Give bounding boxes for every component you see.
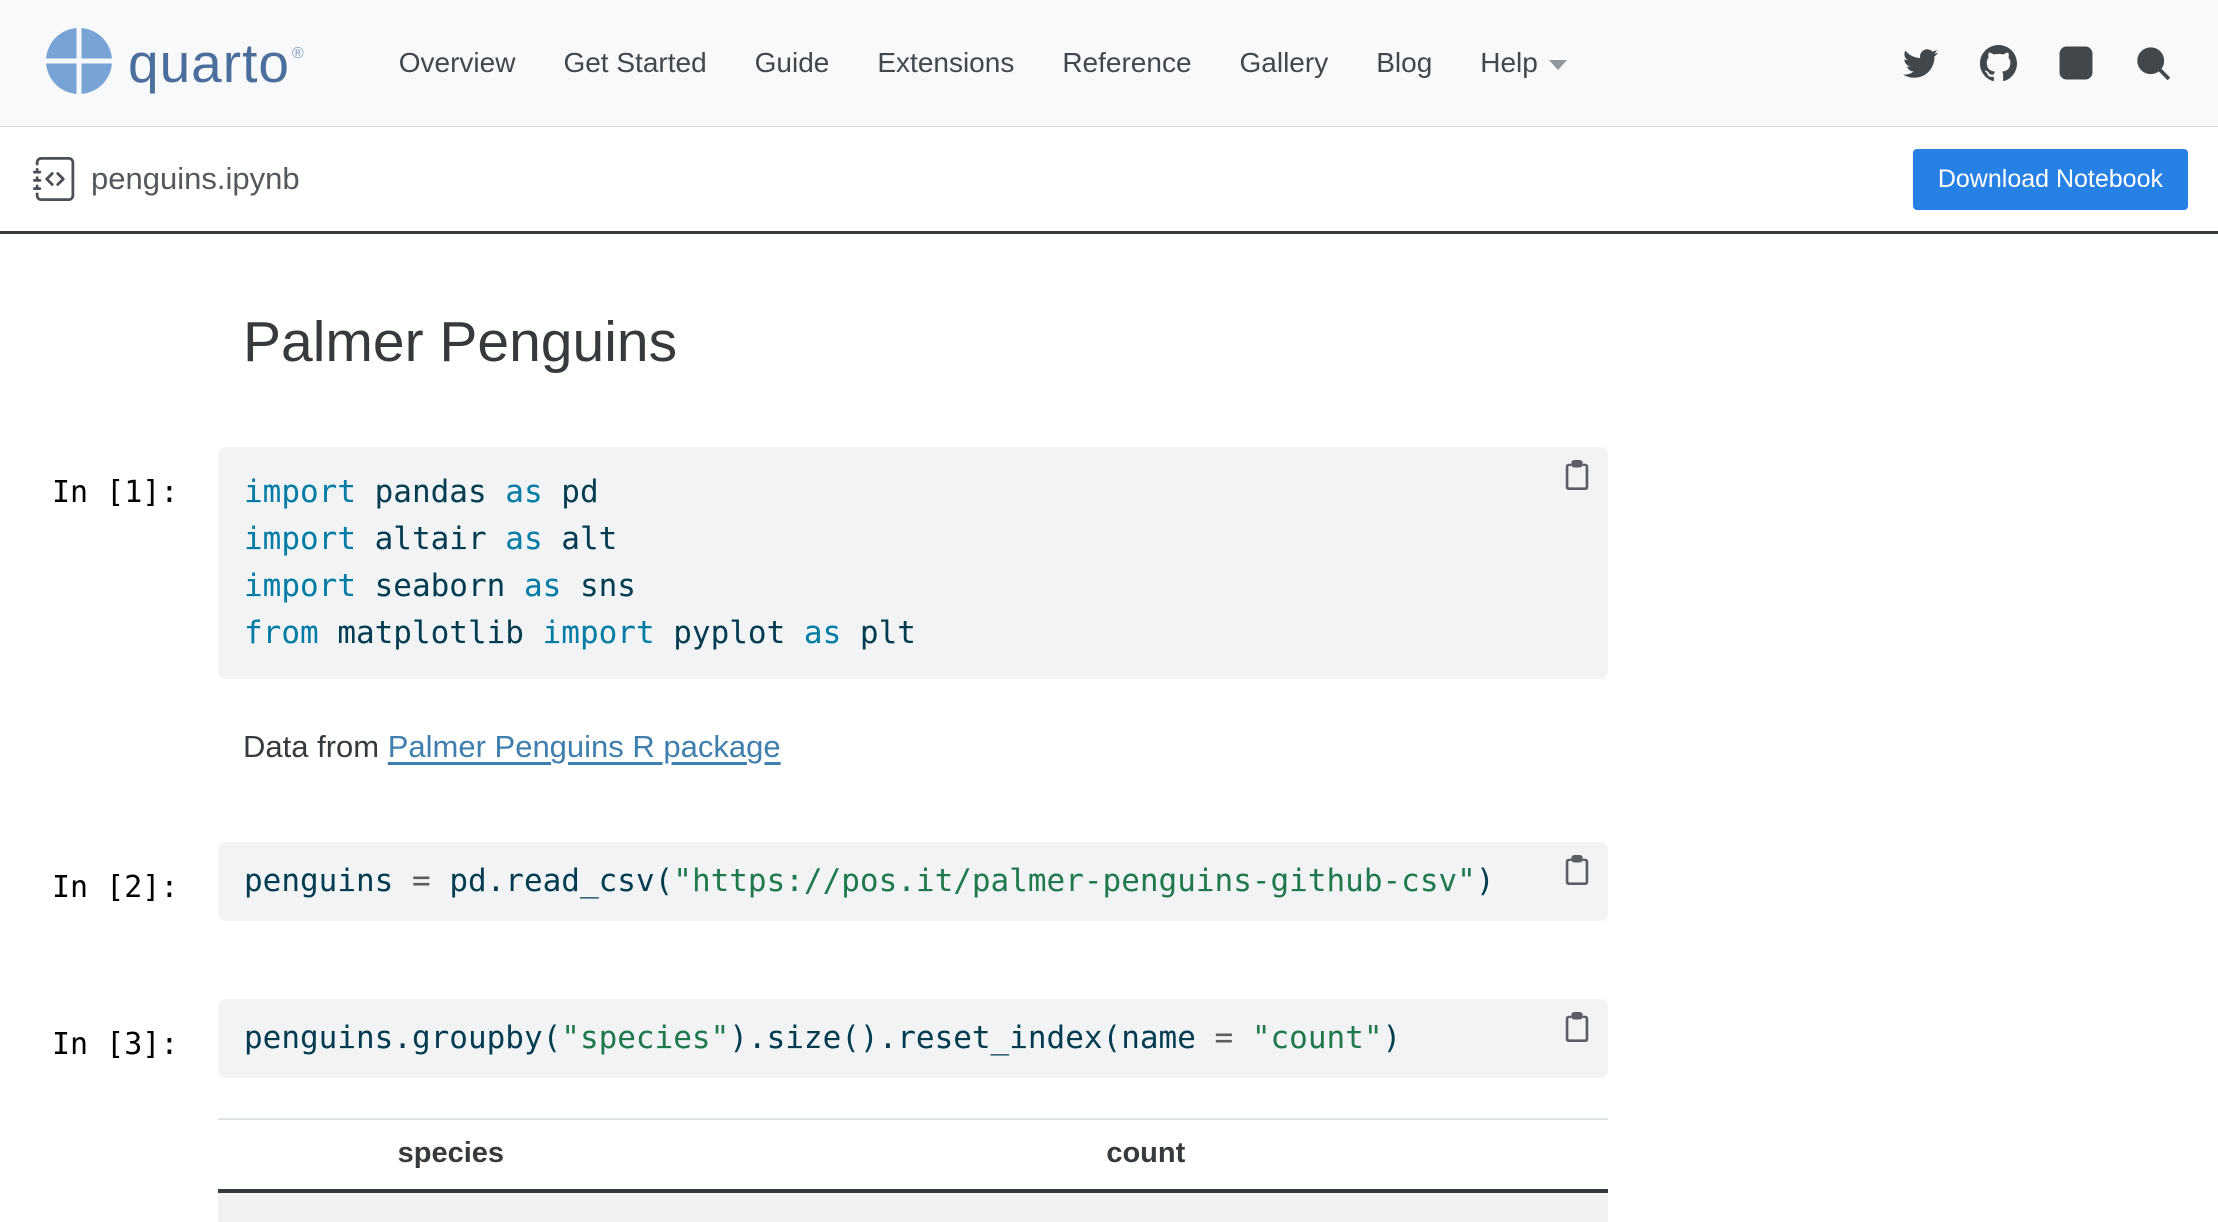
code-source: import pandas as pdimport altair as alti… (244, 469, 1582, 657)
paragraph-text: Data from (243, 729, 388, 764)
copy-to-clipboard-icon[interactable] (1562, 459, 1592, 491)
code-cell: In [3]: penguins.groupby("species").size… (218, 999, 1608, 1078)
code-token: pd (543, 474, 599, 510)
code-token: pandas (356, 474, 505, 510)
code-line: import seaborn as sns (244, 563, 1582, 610)
code-token: import (244, 521, 356, 557)
notebook-title: penguins.ipynb (33, 157, 300, 201)
code-token: "species" (561, 1020, 729, 1056)
code-token: "count" (1252, 1020, 1383, 1056)
cell-execution-label: In [3]: (52, 1027, 178, 1062)
code-block: penguins.groupby("species").size().reset… (218, 999, 1608, 1078)
code-token: as (505, 521, 542, 557)
code-token: alt (543, 521, 618, 557)
table-header-row: species count (218, 1119, 1608, 1191)
code-line: import altair as alt (244, 516, 1582, 563)
column-header-species: species (218, 1119, 684, 1191)
table-cell (218, 1191, 684, 1222)
code-token: pd.read_csv( (449, 863, 673, 899)
code-line: from matplotlib import pyplot as plt (244, 610, 1582, 657)
code-token: import (543, 615, 655, 651)
code-token: pyplot (655, 615, 804, 651)
nav-item-get-started[interactable]: Get Started (563, 47, 706, 79)
column-header-count: count (684, 1119, 1608, 1191)
code-line: penguins.groupby("species").size().reset… (244, 1015, 1582, 1062)
code-line: penguins = pd.read_csv("https://pos.it/p… (244, 858, 1582, 905)
nav-item-reference[interactable]: Reference (1062, 47, 1191, 79)
twitter-icon[interactable] (1903, 46, 1938, 81)
search-icon[interactable] (2135, 45, 2172, 82)
code-token: = (412, 863, 449, 899)
github-icon[interactable] (1980, 45, 2017, 82)
code-token: ) (1476, 863, 1495, 899)
notebook-header-bar: penguins.ipynb Download Notebook (0, 127, 2218, 234)
quarto-logo[interactable]: quarto® (46, 28, 303, 99)
nav-item-guide[interactable]: Guide (755, 47, 830, 79)
code-token: seaborn (356, 568, 524, 604)
code-token: = (1215, 1020, 1252, 1056)
table-row (218, 1191, 1608, 1222)
journal-code-icon (33, 157, 77, 201)
code-token: altair (356, 521, 505, 557)
code-token: import (244, 568, 356, 604)
top-navbar: quarto® Overview Get Started Guide Exten… (0, 0, 2218, 127)
nav-item-gallery[interactable]: Gallery (1240, 47, 1329, 79)
code-token: penguins.groupby( (244, 1020, 561, 1056)
code-block: penguins = pd.read_csv("https://pos.it/p… (218, 842, 1608, 921)
code-token: plt (841, 615, 916, 651)
quarto-logo-icon (46, 28, 112, 99)
nav-item-blog[interactable]: Blog (1376, 47, 1432, 79)
notebook-filename: penguins.ipynb (91, 161, 300, 197)
navbar-icons (1903, 45, 2172, 82)
code-token: from (244, 615, 319, 651)
code-line: import pandas as pd (244, 469, 1582, 516)
chevron-down-icon (1549, 60, 1567, 70)
code-token: as (804, 615, 841, 651)
code-token: ) (1383, 1020, 1402, 1056)
cell-execution-label: In [2]: (52, 870, 178, 905)
page-title: Palmer Penguins (243, 309, 1608, 375)
cell-execution-label: In [1]: (52, 475, 178, 510)
table-cell (684, 1191, 1608, 1222)
nav-item-extensions[interactable]: Extensions (877, 47, 1014, 79)
code-token: matplotlib (319, 615, 543, 651)
code-token: as (505, 474, 542, 510)
code-token: as (524, 568, 561, 604)
palmer-penguins-link[interactable]: Palmer Penguins R package (388, 729, 781, 764)
markdown-paragraph: Data from Palmer Penguins R package (243, 729, 1608, 765)
code-cell: In [1]: import pandas as pdimport altair… (218, 447, 1608, 679)
code-token: ).size().reset_index(name (729, 1020, 1214, 1056)
quarto-wordmark: quarto® (128, 31, 303, 95)
rss-icon[interactable] (2059, 46, 2093, 80)
main-nav: Overview Get Started Guide Extensions Re… (399, 47, 1567, 79)
code-source: penguins = pd.read_csv("https://pos.it/p… (244, 858, 1582, 905)
nav-item-help[interactable]: Help (1480, 47, 1567, 79)
code-token: "https://pos.it/palmer-penguins-github-c… (673, 863, 1476, 899)
copy-to-clipboard-icon[interactable] (1562, 854, 1592, 886)
code-source: penguins.groupby("species").size().reset… (244, 1015, 1582, 1062)
registered-mark: ® (292, 45, 305, 62)
code-block: import pandas as pdimport altair as alti… (218, 447, 1608, 679)
cell-output-table: species count (218, 1118, 1608, 1222)
notebook-content: Palmer Penguins In [1]: import pandas as… (218, 309, 1608, 1222)
code-token: penguins (244, 863, 412, 899)
nav-item-overview[interactable]: Overview (399, 47, 516, 79)
code-token: sns (561, 568, 636, 604)
nav-item-help-label: Help (1480, 47, 1538, 79)
copy-to-clipboard-icon[interactable] (1562, 1011, 1592, 1043)
code-token: import (244, 474, 356, 510)
download-notebook-button[interactable]: Download Notebook (1913, 149, 2188, 210)
code-cell: In [2]: penguins = pd.read_csv("https://… (218, 842, 1608, 921)
